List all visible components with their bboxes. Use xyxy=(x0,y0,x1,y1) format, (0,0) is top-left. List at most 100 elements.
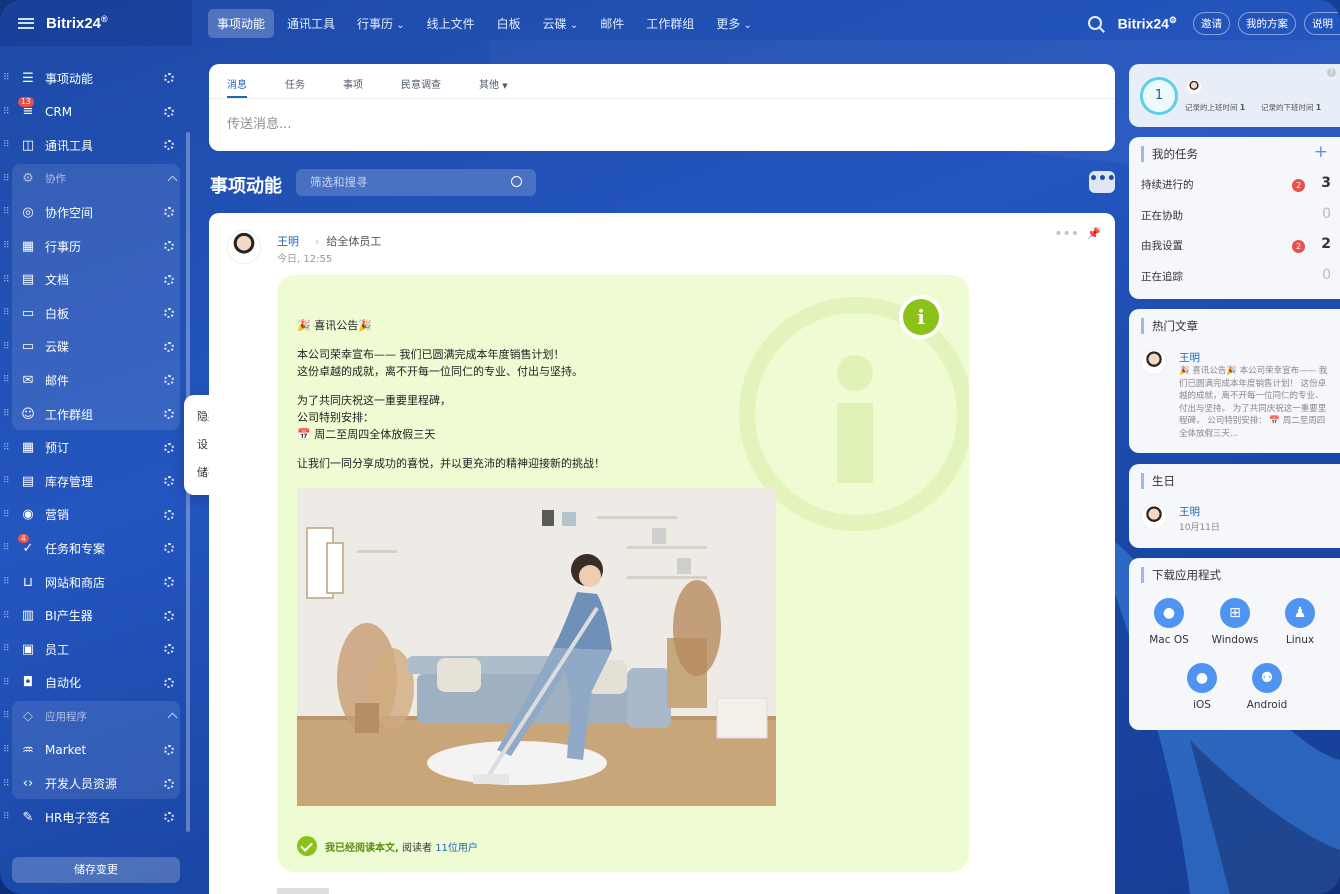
my-plan-button[interactable]: 我的方案 xyxy=(1238,11,1296,35)
sidebar-item-11[interactable]: ⠿ ▦ 预订 xyxy=(0,432,186,464)
sidebar-item-15[interactable]: ⠿ ⊔ 网站和商店 xyxy=(0,566,186,598)
topnav-item-0[interactable]: 事项动能 xyxy=(208,8,275,38)
invite-button[interactable]: 邀请 xyxy=(1193,11,1230,35)
gear-icon[interactable] xyxy=(164,106,174,117)
tab-message[interactable]: 消息 xyxy=(227,76,247,98)
tab-poll[interactable]: 民意调查 xyxy=(401,76,441,98)
drag-handle-icon[interactable]: ⠿ xyxy=(3,207,11,217)
download-app[interactable]: ● iOS xyxy=(1172,663,1232,711)
tab-event[interactable]: 事项 xyxy=(343,76,363,98)
sidebar-item-18[interactable]: ⠿ ◘ 自动化 xyxy=(0,667,186,699)
drag-handle-icon[interactable]: ⠿ xyxy=(3,510,11,520)
chevron-up-icon[interactable] xyxy=(167,712,178,723)
topnav-item-3[interactable]: 线上文件 xyxy=(418,9,484,38)
drag-handle-icon[interactable]: ⠿ xyxy=(3,73,11,83)
task-row[interactable]: 持续进行的 2 3 xyxy=(1141,175,1331,195)
sidebar-item-19[interactable]: ⠿ ◇ 应用程序 xyxy=(0,700,186,732)
hot-author[interactable]: 王明 xyxy=(1179,350,1200,365)
drag-handle-icon[interactable]: ⠿ xyxy=(3,611,11,621)
help-icon[interactable]: ? xyxy=(1327,68,1336,77)
check-icon[interactable] xyxy=(297,836,317,856)
drag-handle-icon[interactable]: ⠿ xyxy=(3,174,11,184)
topnav-item-1[interactable]: 通讯工具 xyxy=(278,9,344,38)
drag-handle-icon[interactable]: ⠿ xyxy=(3,409,11,419)
gear-icon[interactable] xyxy=(164,308,174,319)
topnav-item-2[interactable]: 行事历 ⌄ xyxy=(348,9,414,38)
drag-handle-icon[interactable]: ⠿ xyxy=(3,308,11,318)
post-photo[interactable] xyxy=(297,488,776,806)
gear-icon[interactable] xyxy=(164,73,174,83)
sidebar-item-20[interactable]: ⠿ ♒ Market xyxy=(0,734,186,766)
sidebar-item-2[interactable]: ⠿ ◫ 通讯工具 xyxy=(0,129,186,161)
sidebar-item-8[interactable]: ⠿ ▭ 云碟 xyxy=(0,331,186,363)
gear-icon[interactable] xyxy=(164,274,174,285)
task-row[interactable]: 正在追踪 0 xyxy=(1141,267,1331,287)
gear-icon[interactable] xyxy=(164,442,174,453)
sidebar-item-4[interactable]: ⠿ ◎ 协作空间 xyxy=(0,196,186,228)
sidebar-item-21[interactable]: ⠿ ‹› 开发人员资源 xyxy=(0,768,186,800)
topnav-item-7[interactable]: 工作群组 xyxy=(637,9,703,38)
gear-icon[interactable] xyxy=(164,577,174,587)
drag-handle-icon[interactable]: ⠿ xyxy=(3,812,11,822)
drag-handle-icon[interactable]: ⠿ xyxy=(3,644,11,654)
download-app[interactable]: ⚉ Android xyxy=(1237,663,1297,711)
hot-author-avatar[interactable] xyxy=(1141,349,1167,375)
gear-icon[interactable] xyxy=(164,409,174,419)
drag-handle-icon[interactable]: ⠿ xyxy=(3,140,11,150)
tab-task[interactable]: 任务 xyxy=(285,76,305,98)
sidebar-item-5[interactable]: ⠿ ▦ 行事历 xyxy=(0,230,186,262)
gear-icon[interactable] xyxy=(164,610,174,621)
drag-handle-icon[interactable]: ⠿ xyxy=(3,275,11,285)
attachment-thumb[interactable] xyxy=(277,888,329,894)
drag-handle-icon[interactable]: ⠿ xyxy=(3,745,11,755)
sidebar-item-14[interactable]: ⠿ ✓ 4 任务和专案 xyxy=(0,532,186,564)
post-author[interactable]: 王明 xyxy=(277,233,299,249)
drag-handle-icon[interactable]: ⠿ xyxy=(3,711,11,721)
feed-more-button[interactable]: ••• xyxy=(1089,171,1116,193)
worktime-ring[interactable]: 1 xyxy=(1140,77,1178,115)
gear-icon[interactable] xyxy=(164,677,174,688)
sidebar-item-9[interactable]: ⠿ ✉ 邮件 xyxy=(0,364,186,396)
read-text[interactable]: 我已经阅读本文, xyxy=(325,839,399,854)
sidebar-item-7[interactable]: ⠿ ▭ 白板 xyxy=(0,297,186,329)
sidebar-item-13[interactable]: ⠿ ◉ 营销 xyxy=(0,499,186,531)
drag-handle-icon[interactable]: ⠿ xyxy=(3,443,11,453)
drag-handle-icon[interactable]: ⠿ xyxy=(3,107,11,117)
download-app[interactable]: ⊞ Windows xyxy=(1205,598,1265,646)
sidebar-item-12[interactable]: ⠿ ▤ 库存管理 xyxy=(0,465,186,497)
author-avatar[interactable] xyxy=(227,230,261,264)
gear-icon[interactable] xyxy=(164,375,174,386)
download-app[interactable]: ♟ Linux xyxy=(1270,598,1330,646)
post-menu-icon[interactable]: ••• xyxy=(1054,226,1079,242)
sidebar-item-6[interactable]: ⠿ ▤ 文档 xyxy=(0,264,186,296)
drag-handle-icon[interactable]: ⠿ xyxy=(3,678,11,688)
tab-more[interactable]: 其他 ▼ xyxy=(479,76,508,98)
gear-icon[interactable] xyxy=(164,341,174,352)
drag-handle-icon[interactable]: ⠿ xyxy=(3,543,11,553)
task-row[interactable]: 由我设置 2 2 xyxy=(1141,236,1331,256)
gear-icon[interactable] xyxy=(164,476,174,487)
sidebar-item-3[interactable]: ⠿ ⚙ 协作 xyxy=(0,163,186,195)
gear-icon[interactable] xyxy=(164,509,174,520)
drag-handle-icon[interactable]: ⠿ xyxy=(3,476,11,486)
sidebar-item-1[interactable]: ⠿ ≡ 13 CRM xyxy=(0,96,186,128)
drag-handle-icon[interactable]: ⠿ xyxy=(3,342,11,352)
topnav-item-8[interactable]: 更多 ⌄ xyxy=(707,9,761,38)
gear-icon[interactable] xyxy=(164,778,174,789)
readers-link[interactable]: 11位用户 xyxy=(435,839,478,854)
brand-logo[interactable]: Bitrix24® xyxy=(46,14,108,32)
gear-icon[interactable] xyxy=(164,812,174,823)
download-app[interactable]: ● Mac OS xyxy=(1139,598,1199,646)
gear-icon[interactable] xyxy=(164,140,174,151)
pin-icon[interactable]: 📌 xyxy=(1087,227,1101,240)
feed-search-input[interactable]: 筛选和搜寻 xyxy=(296,169,536,196)
drag-handle-icon[interactable]: ⠿ xyxy=(3,241,11,251)
sidebar-item-16[interactable]: ⠿ ▥ BI产生器 xyxy=(0,600,186,632)
search-icon[interactable] xyxy=(511,176,522,187)
birthday-name[interactable]: 王明 xyxy=(1179,504,1200,519)
message-input[interactable]: 传送消息... xyxy=(209,99,1115,146)
search-icon[interactable] xyxy=(1087,16,1102,30)
topnav-item-5[interactable]: 云碟 ⌄ xyxy=(534,9,588,38)
sidebar-item-10[interactable]: ⠿ ☺ 工作群组 xyxy=(0,398,186,430)
gear-icon[interactable] xyxy=(164,745,174,755)
